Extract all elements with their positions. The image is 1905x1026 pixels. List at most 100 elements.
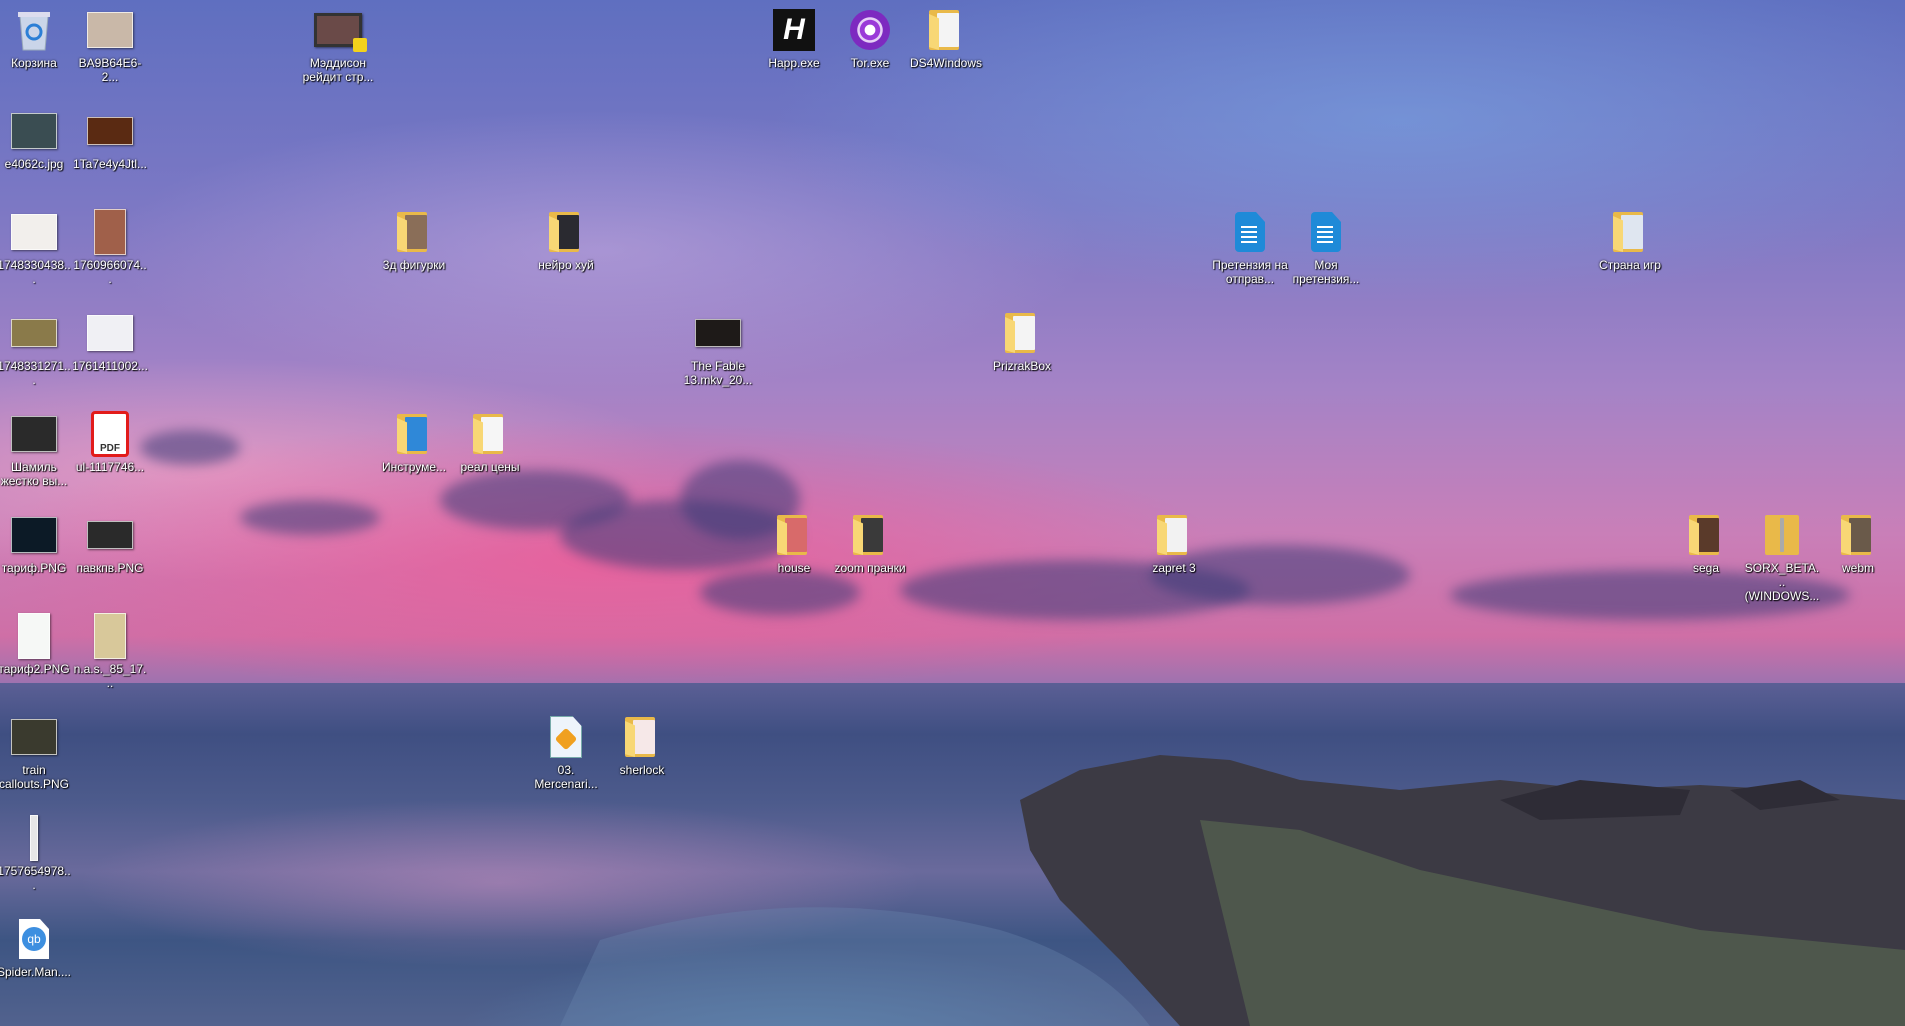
image-thumbnail-icon	[10, 208, 58, 256]
desktop-icon[interactable]: 1761411002...	[72, 309, 148, 373]
desktop-icon[interactable]: SORX_BETA... (WINDOWS...	[1744, 511, 1820, 603]
video-file-icon	[314, 6, 367, 54]
desktop-icon[interactable]: 1748330438...	[0, 208, 72, 286]
desktop-icon-label: Страна игр	[1599, 258, 1661, 272]
image-thumbnail-icon	[86, 309, 134, 357]
desktop-icon[interactable]: qb Spider.Man....	[0, 915, 72, 979]
desktop-icon-label: Happ.exe	[768, 56, 820, 70]
desktop-icon[interactable]: Tor.exe	[832, 6, 908, 70]
image-thumbnail-icon	[10, 107, 58, 155]
desktop-icon-label: n.a.s._85_17...	[73, 662, 147, 690]
image-thumbnail-icon	[10, 612, 58, 660]
folder-icon	[1150, 511, 1198, 559]
desktop-icon[interactable]: 3д фигурки	[376, 208, 452, 272]
image-thumbnail-icon	[10, 309, 58, 357]
desktop-icon[interactable]: zapret 3	[1136, 511, 1212, 575]
folder-icon	[846, 511, 894, 559]
desktop-icon[interactable]: Мэддисон рейдит стр...	[300, 6, 376, 84]
desktop-icon[interactable]: реал цены	[452, 410, 528, 474]
folder-icon	[542, 208, 590, 256]
desktop-icon[interactable]: train callouts.PNG	[0, 713, 72, 791]
desktop-icon[interactable]: нейро хуй	[528, 208, 604, 272]
document-icon	[1302, 208, 1350, 256]
desktop-icon[interactable]: Корзина	[0, 6, 72, 70]
desktop-icon-label: 1761411002...	[72, 359, 148, 373]
desktop-icon[interactable]: Инструме...	[376, 410, 452, 474]
desktop-icon[interactable]: Моя претензия...	[1288, 208, 1364, 286]
desktop-icon[interactable]: PrizrakBox	[984, 309, 1060, 373]
desktop-icon-label: тариф2.PNG	[0, 662, 70, 676]
desktop-icon[interactable]: H Happ.exe	[756, 6, 832, 70]
folder-icon	[1834, 511, 1882, 559]
desktop-icon-label: реал цены	[460, 460, 520, 474]
desktop-icon[interactable]: тариф.PNG	[0, 511, 72, 575]
desktop-icon[interactable]: Шамиль жестко вы...	[0, 410, 72, 488]
folder-icon	[1606, 208, 1654, 256]
desktop-icon-label: Tor.exe	[850, 56, 890, 70]
desktop-icon-label: Мэддисон рейдит стр...	[302, 56, 374, 84]
zip-folder-icon	[1758, 511, 1806, 559]
folder-icon	[998, 309, 1046, 357]
recycle-bin-icon	[10, 6, 58, 54]
image-thumbnail-icon	[86, 6, 134, 54]
desktop-icon[interactable]: тариф2.PNG	[0, 612, 72, 676]
desktop-icon[interactable]: павкпв.PNG	[72, 511, 148, 575]
desktop-icon-label: house	[777, 561, 811, 575]
desktop-icon[interactable]: PDF ul-1117746...	[72, 410, 148, 474]
document-icon	[1226, 208, 1274, 256]
desktop-icon[interactable]: n.a.s._85_17...	[72, 612, 148, 690]
image-thumbnail-icon	[694, 309, 742, 357]
desktop-icon-label: Корзина	[11, 56, 57, 70]
desktop-icon[interactable]: 1Ta7e4y4Jtl...	[72, 107, 148, 171]
desktop-icon-label: 1760966074...	[73, 258, 147, 286]
desktop-icon[interactable]: Страна игр	[1592, 208, 1668, 272]
desktop-icon-label: 1748331271...	[0, 359, 71, 387]
desktop-icon-label: e4062c.jpg	[4, 157, 64, 171]
desktop-icon[interactable]: sherlock	[604, 713, 680, 777]
desktop-icon-label: sherlock	[619, 763, 665, 777]
folder-icon	[922, 6, 970, 54]
desktop-icon-label: train callouts.PNG	[0, 763, 70, 791]
desktop-icon-label: 3д фигурки	[382, 258, 446, 272]
image-thumbnail-icon	[10, 814, 58, 862]
desktop-icon[interactable]: 1748331271...	[0, 309, 72, 387]
desktop-icon-label: SORX_BETA... (WINDOWS...	[1744, 561, 1820, 603]
desktop-icon[interactable]: zoom пранки	[832, 511, 908, 575]
folder-icon	[1682, 511, 1730, 559]
image-thumbnail-icon	[10, 511, 58, 559]
desktop-icon-label: ul-1117746...	[75, 460, 145, 474]
desktop-icon[interactable]: 1757654978...	[0, 814, 72, 892]
tor-browser-icon	[846, 6, 894, 54]
desktop-icon-label: BA9B64E6-2...	[78, 56, 142, 84]
folder-icon	[770, 511, 818, 559]
desktop-icon-label: sega	[1692, 561, 1720, 575]
winamp-audio-icon	[542, 713, 590, 761]
folder-icon	[390, 208, 438, 256]
qbittorrent-file-icon: qb	[10, 915, 58, 963]
desktop-icon[interactable]: e4062c.jpg	[0, 107, 72, 171]
desktop-icon-label: 03. Mercenari...	[534, 763, 598, 791]
desktop-icon-label: павкпв.PNG	[76, 561, 144, 575]
desktop-icon[interactable]: house	[756, 511, 832, 575]
desktop-icon-label: Претензия на отправ...	[1212, 258, 1288, 286]
folder-icon	[618, 713, 666, 761]
desktop-icon[interactable]: DS4Windows	[908, 6, 984, 70]
desktop-icon-label: zoom пранки	[834, 561, 906, 575]
image-thumbnail-icon	[86, 511, 134, 559]
desktop-icon[interactable]: Претензия на отправ...	[1212, 208, 1288, 286]
image-shortcut-icon	[10, 410, 58, 458]
image-thumbnail-icon	[10, 713, 58, 761]
desktop-icon[interactable]: BA9B64E6-2...	[72, 6, 148, 84]
image-thumbnail-icon	[86, 107, 134, 155]
desktop-icon[interactable]: 1760966074...	[72, 208, 148, 286]
desktop-icon[interactable]: sega	[1668, 511, 1744, 575]
desktop-icon-label: Spider.Man....	[0, 965, 72, 979]
desktop-icon-label: 1Ta7e4y4Jtl...	[72, 157, 148, 171]
folder-icon	[466, 410, 514, 458]
desktop-icon[interactable]: webm	[1820, 511, 1896, 575]
desktop-icon-label: DS4Windows	[909, 56, 983, 70]
desktop-icon[interactable]: 03. Mercenari...	[528, 713, 604, 791]
desktop-icon-label: нейро хуй	[538, 258, 594, 272]
desktop-icon[interactable]: The Fable 13.mkv_20...	[680, 309, 756, 387]
desktop-icon-label: PrizrakBox	[992, 359, 1051, 373]
